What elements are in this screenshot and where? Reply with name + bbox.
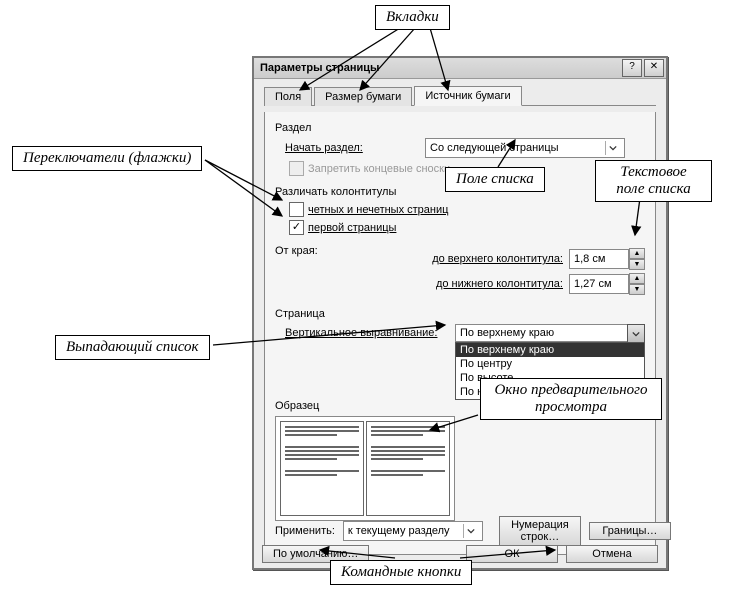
- spin-down-icon[interactable]: ▼: [629, 284, 645, 295]
- apply-label: Применить:: [275, 525, 335, 537]
- to-footer-label: до нижнего колонтитула:: [436, 278, 563, 290]
- section-header: Раздел: [275, 122, 645, 134]
- line-numbers-button[interactable]: Нумерация строк…: [499, 516, 581, 546]
- footer-distance-spinner[interactable]: 1,27 см ▲ ▼: [569, 273, 645, 295]
- spin-down-icon[interactable]: ▼: [629, 259, 645, 270]
- preview-pane: [275, 416, 455, 521]
- suppress-endnotes-label: Запретить концевые сноски: [308, 163, 450, 175]
- preview-page-left: [280, 421, 364, 516]
- callout-textspin: Текстовое поле списка: [595, 160, 712, 202]
- tabs: Поля Размер бумаги Источник бумаги: [264, 85, 656, 106]
- to-header-label: до верхнего колонтитула:: [432, 253, 563, 265]
- callout-dropdown: Выпадающий список: [55, 335, 210, 360]
- callout-checkboxes: Переключатели (флажки): [12, 146, 202, 171]
- borders-button[interactable]: Границы…: [589, 522, 671, 540]
- header-distance-spinner[interactable]: 1,8 см ▲ ▼: [569, 248, 645, 270]
- page-header: Страница: [275, 308, 645, 320]
- tab-paper-size[interactable]: Размер бумаги: [314, 87, 412, 106]
- start-section-combo[interactable]: Со следующей страницы: [425, 138, 625, 158]
- apply-value: к текущему разделу: [348, 525, 450, 537]
- callout-preview: Окно предварительного просмотра: [480, 378, 662, 420]
- callout-tabs: Вкладки: [375, 5, 450, 30]
- ok-button[interactable]: ОК: [466, 545, 558, 563]
- close-button[interactable]: ✕: [644, 59, 664, 77]
- first-page-checkbox[interactable]: [289, 220, 304, 235]
- footer-distance-value: 1,27 см: [574, 278, 612, 290]
- valign-option[interactable]: По центру: [456, 357, 644, 371]
- tab-margins[interactable]: Поля: [264, 87, 312, 106]
- header-distance-value: 1,8 см: [574, 253, 605, 265]
- titlebar: Параметры страницы ? ✕: [254, 58, 666, 79]
- valign-option[interactable]: По верхнему краю: [456, 343, 644, 357]
- dialog-title: Параметры страницы: [260, 62, 379, 74]
- callout-cmdbtns: Командные кнопки: [330, 560, 472, 585]
- callout-listfield: Поле списка: [445, 167, 545, 192]
- valign-value: По верхнему краю: [460, 327, 554, 339]
- apply-combo[interactable]: к текущему разделу: [343, 521, 483, 541]
- cancel-button[interactable]: Отмена: [566, 545, 658, 563]
- from-edge-label: От края:: [275, 245, 395, 298]
- chevron-down-icon[interactable]: [627, 324, 645, 344]
- spin-up-icon[interactable]: ▲: [629, 273, 645, 284]
- preview-page-right: [366, 421, 450, 516]
- spin-up-icon[interactable]: ▲: [629, 248, 645, 259]
- first-page-label: первой страницы: [308, 222, 396, 234]
- help-button[interactable]: ?: [622, 59, 642, 77]
- tab-paper-source[interactable]: Источник бумаги: [414, 86, 521, 106]
- valign-label: Вертикальное выравнивание:: [285, 327, 455, 339]
- page-setup-dialog: Параметры страницы ? ✕ Поля Размер бумаг…: [252, 56, 668, 570]
- chevron-down-icon: [463, 524, 478, 538]
- suppress-endnotes-checkbox: [289, 161, 304, 176]
- valign-combo[interactable]: По верхнему краю: [455, 324, 645, 342]
- odd-even-label: четных и нечетных страниц: [308, 204, 448, 216]
- start-section-value: Со следующей страницы: [430, 142, 559, 154]
- odd-even-checkbox[interactable]: [289, 202, 304, 217]
- start-section-label: Начать раздел:: [285, 142, 425, 154]
- chevron-down-icon: [605, 141, 620, 155]
